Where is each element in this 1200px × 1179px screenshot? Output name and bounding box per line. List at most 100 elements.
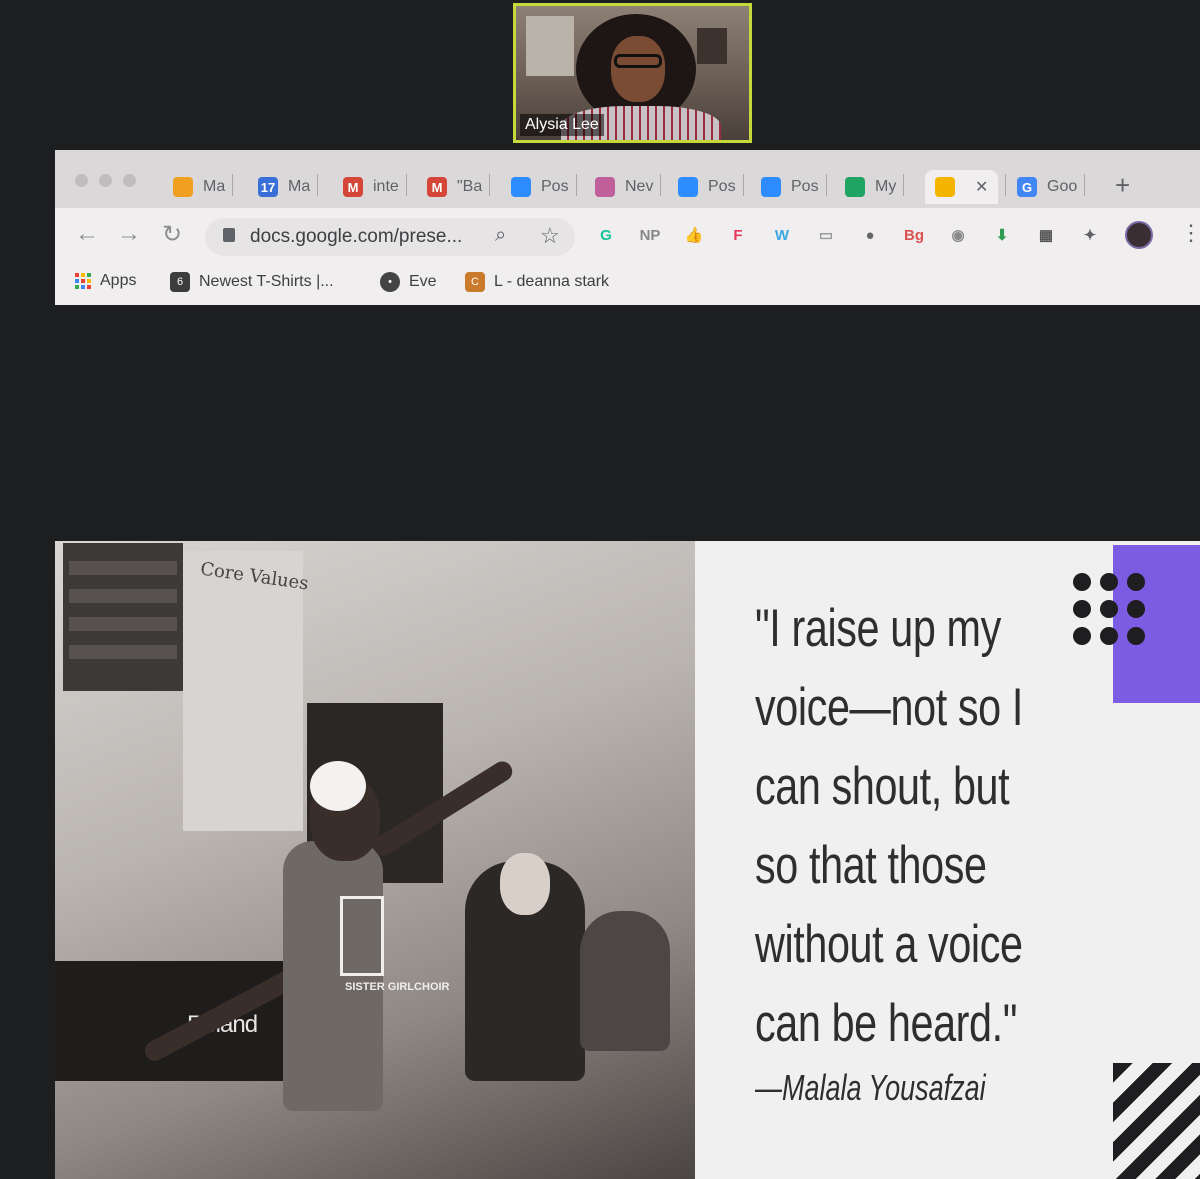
gmail-icon: M [427,177,447,197]
zoom-icon [678,177,698,197]
tab-separator [232,174,234,196]
tab-separator [1084,174,1086,196]
close-window-button[interactable] [75,174,88,187]
video-wall-frame [697,28,727,64]
board-line [69,645,177,659]
tab-label: Ma [203,178,226,195]
thumbs-up-icon[interactable]: 👍 [683,224,705,246]
tab-separator [903,174,905,196]
apple-icon[interactable]: ● [859,224,881,246]
tab-label: Ma [288,178,311,195]
browser-tab[interactable]: Minte [343,170,407,204]
puzzle-icon[interactable]: ✦ [1079,224,1101,246]
browser-tab[interactable]: ✕ [925,170,1007,204]
tab-separator [489,174,491,196]
participant-face [611,36,665,102]
tab-label: Pos [791,178,819,195]
bookmark-eve[interactable]: • Eve [380,272,437,292]
bookmark-label: Apps [100,272,137,289]
back-arrow-icon[interactable]: ← [75,220,99,248]
forward-arrow-icon[interactable]: → [117,220,141,248]
diagonal-stripes [1113,1063,1200,1179]
bg-icon[interactable]: Bg [903,224,925,246]
video-participant-tile[interactable]: Alysia Lee [513,3,752,143]
tab-separator [742,174,744,196]
bookmark-newest-t-shirts[interactable]: 6 Newest T-Shirts |... [170,272,334,292]
participant-glasses [614,54,662,68]
tab-separator [1005,174,1007,196]
dot-pattern [1073,573,1145,645]
address-url[interactable]: docs.google.com/prese... [250,226,462,248]
zoom-icon [761,177,781,197]
classroom-pillar [183,551,303,831]
screen: Alysia Lee Ma 17 Ma Minte M "Ba Pos Nev Pos Pos My… [0,0,1200,1179]
np-icon[interactable]: NP [639,224,661,246]
bookmark-label: Newest T-Shirts |... [199,273,334,290]
calendar-17-icon: 17 [258,177,278,197]
browser-toolbar: ← → ↻ docs.google.com/prese... ⌕ ☆ G NP 👍 F… [55,208,1200,266]
board-line [69,589,177,603]
fontastic-icon[interactable]: F [727,224,749,246]
tab-separator [575,174,577,196]
bookmark-apps[interactable]: Apps [75,272,136,290]
slides-icon [935,177,955,197]
tab-separator [317,174,319,196]
woman-head [500,853,550,915]
tab-label: Pos [541,178,569,195]
browser-tab[interactable]: M "Ba [427,170,491,204]
girl-figure [283,841,383,1111]
apps-grid-icon [75,273,91,289]
browser-tab[interactable]: 17 Ma [258,170,319,204]
bookmark-l-deanna-stark[interactable]: C L - deanna stark [465,272,609,292]
download-icon[interactable]: ⬇ [991,224,1013,246]
board-line [69,561,177,575]
quote-line: voice—not so I [755,678,1023,737]
tab-label: Goo [1047,178,1078,195]
flower-icon [595,177,615,197]
eve-icon: • [380,272,400,292]
zoom-magnifier-icon[interactable]: ⌕ [495,224,506,247]
address-bar[interactable]: docs.google.com/prese... ⌕ ☆ [205,218,575,256]
quote-line: without a voice [755,915,1023,974]
browser-tab[interactable]: Pos [511,170,577,204]
profile-avatar[interactable] [1125,221,1153,249]
shirt-logo [340,896,384,976]
browser-tab[interactable]: Pos [761,170,827,204]
grid-icon[interactable]: ▦ [1035,224,1057,246]
google-icon: G [1017,177,1037,197]
zoom-icon [511,177,531,197]
bookmark-star-icon[interactable]: ☆ [540,223,560,249]
minimize-window-button[interactable] [99,174,112,187]
shirt-site-icon: 6 [170,272,190,292]
menu-kebab-icon[interactable]: ⋮ [1180,220,1200,246]
grammarly-icon[interactable]: G [595,224,617,246]
quote-line: can shout, but [755,757,1010,816]
monkey-icon[interactable]: ◉ [947,224,969,246]
browser-tab[interactable]: Ma [173,170,234,204]
w-icon[interactable]: W [771,224,793,246]
maximize-window-button[interactable] [123,174,136,187]
tab-separator [660,174,662,196]
swirl-icon [173,177,193,197]
tab-label: "Ba [457,178,483,195]
tab-label: inte [373,178,399,195]
browser-tab[interactable]: Nev [595,170,662,204]
close-tab-icon[interactable]: ✕ [975,177,988,197]
presentation-slide: Core Values Roland SISTER GIRLCHOIR "I r… [55,541,1200,1179]
browser-tab[interactable]: My [845,170,905,204]
quote-text: "I raise up my voice—not so I can shout,… [755,589,1036,1063]
tab-label: My [875,178,897,195]
new-tab-button[interactable]: + [1115,170,1130,201]
browser-tab[interactable]: Pos [678,170,744,204]
video-window [526,16,574,76]
tab-icon[interactable]: ▭ [815,224,837,246]
lock-icon [223,228,235,242]
bookmarks-bar: Apps 6 Newest T-Shirts |... • Eve C L - … [55,266,1200,305]
bookmark-label: L - deanna stark [494,273,610,290]
browser-tab[interactable]: G Goo [1017,170,1086,204]
tab-separator [825,174,827,196]
drive-icon [845,177,865,197]
hair-flower [310,761,366,811]
quote-line: so that those [755,836,987,895]
reload-icon[interactable]: ↻ [162,220,182,249]
